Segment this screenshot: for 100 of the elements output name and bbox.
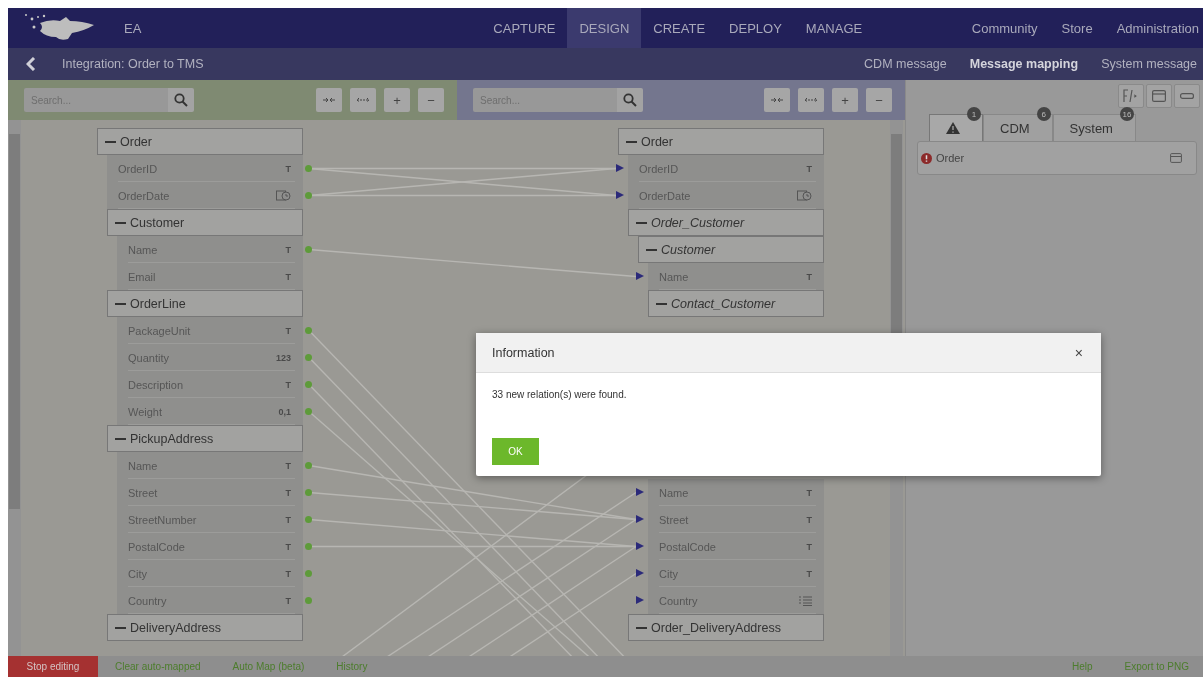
type-label: T (806, 163, 812, 174)
minus-icon[interactable] (105, 140, 116, 143)
tree-group-header[interactable]: Order (97, 128, 303, 155)
minus-icon[interactable] (656, 302, 667, 305)
nav-tab[interactable]: DESIGN (567, 8, 642, 48)
nav-tab[interactable]: DEPLOY (717, 8, 794, 48)
minimize-button[interactable] (1174, 84, 1200, 108)
field-name: OrderID (118, 162, 158, 175)
field-name: Street (659, 513, 689, 526)
zoom-button[interactable]: + (832, 88, 858, 112)
collapse-icon (771, 97, 783, 103)
connector-dot[interactable] (305, 516, 312, 523)
minus-icon[interactable] (115, 437, 126, 440)
collapse-button[interactable] (316, 88, 342, 112)
field-name: Weight (128, 405, 163, 418)
window-button[interactable] (1146, 84, 1172, 108)
tree-group-header[interactable]: Order_Customer (628, 209, 824, 236)
minimize-icon (1180, 93, 1194, 99)
zoom-button[interactable]: + (384, 88, 410, 112)
field-name: Country (128, 594, 167, 607)
window-icon[interactable] (1170, 153, 1182, 163)
field-name: Name (128, 459, 158, 472)
app-name: EA (124, 20, 142, 36)
type-label: T (285, 541, 291, 552)
type-label: 123 (275, 352, 291, 363)
connector-dot[interactable] (305, 354, 312, 361)
connector-dot[interactable] (305, 489, 312, 496)
issue-label[interactable]: Order (936, 152, 965, 164)
tree-group-header[interactable]: Order (618, 128, 824, 155)
nav-link[interactable]: Administration (1092, 8, 1203, 48)
minus-icon[interactable] (646, 248, 657, 251)
nav-link[interactable]: Store (1037, 8, 1093, 48)
nav-link[interactable]: Community (947, 8, 1038, 48)
connector-dot[interactable] (305, 570, 312, 577)
connector-dot[interactable] (305, 246, 312, 253)
minus-icon[interactable] (626, 140, 637, 143)
tree-group-header[interactable]: Contact_Customer (648, 290, 824, 317)
collapse-icon (323, 97, 335, 103)
expand-button[interactable] (798, 88, 824, 112)
nav-tab[interactable]: CAPTURE (481, 8, 568, 48)
zoom-button[interactable]: − (866, 88, 892, 112)
group-name: Order_DeliveryAddress (651, 620, 781, 635)
list-icon (799, 595, 812, 606)
connector-dot[interactable] (305, 597, 312, 604)
field-name: StreetNumber (128, 513, 197, 526)
expand-icon (805, 97, 817, 103)
minus-icon[interactable] (115, 626, 126, 629)
field-name: Quantity (128, 351, 169, 364)
close-button[interactable]: × (1072, 344, 1085, 361)
back-icon[interactable] (26, 57, 36, 71)
group-name: OrderLine (130, 296, 186, 311)
connector-dot[interactable] (305, 408, 312, 415)
calendar-clock-icon (276, 190, 291, 201)
tree-group-header[interactable]: DeliveryAddress (107, 614, 303, 641)
minus-icon[interactable] (115, 221, 126, 224)
type-label: T (285, 595, 291, 606)
connector-dot[interactable] (305, 462, 312, 469)
warning-icon (946, 122, 960, 134)
minus-icon[interactable] (636, 626, 647, 629)
tree-group-header[interactable]: Customer (638, 236, 824, 263)
connector-dot[interactable] (305, 192, 312, 199)
stop-editing-button[interactable]: Stop editing (8, 656, 98, 677)
search-button[interactable] (617, 88, 643, 112)
zoom-button[interactable]: − (418, 88, 444, 112)
count-badge: 1 (967, 107, 981, 121)
search-button[interactable] (168, 88, 194, 112)
minus-icon[interactable] (636, 221, 647, 224)
group-name: Customer (130, 215, 185, 230)
tree-group-header[interactable]: OrderLine (107, 290, 303, 317)
panel-tab[interactable] (929, 114, 983, 141)
field-name: PostalCode (128, 540, 185, 553)
group-name: Order (641, 134, 673, 149)
type-label: T (806, 487, 812, 498)
tree-group-header[interactable]: Order_DeliveryAddress (628, 614, 824, 641)
view-tab[interactable]: System message (1101, 57, 1197, 71)
field-name: PackageUnit (128, 324, 191, 337)
scrollbar[interactable] (8, 120, 21, 656)
type-label: T (285, 460, 291, 471)
connector-dot[interactable] (305, 543, 312, 550)
group-name: DeliveryAddress (130, 620, 221, 635)
field-name: OrderDate (639, 189, 691, 202)
type-label: T (285, 487, 291, 498)
nav-tab[interactable]: MANAGE (793, 8, 875, 48)
tree-group-header[interactable]: PickupAddress (107, 425, 303, 452)
view-tab[interactable]: CDM message (864, 57, 947, 71)
field-name: OrderDate (118, 189, 170, 202)
connector-dot[interactable] (305, 165, 312, 172)
formula-button[interactable] (1118, 84, 1144, 108)
expand-icon (357, 97, 369, 103)
expand-button[interactable] (350, 88, 376, 112)
view-tab[interactable]: Message mapping (969, 57, 1079, 71)
tree-group-header[interactable]: Customer (107, 209, 303, 236)
minus-icon[interactable] (115, 302, 126, 305)
nav-tab[interactable]: CREATE (641, 8, 718, 48)
connector-dot[interactable] (305, 381, 312, 388)
collapse-button[interactable] (764, 88, 790, 112)
type-label: T (285, 244, 291, 255)
connector-dot[interactable] (305, 327, 312, 334)
dialog-message: 33 new relation(s) were found. (492, 389, 627, 400)
count-badge: 6 (1036, 107, 1051, 121)
